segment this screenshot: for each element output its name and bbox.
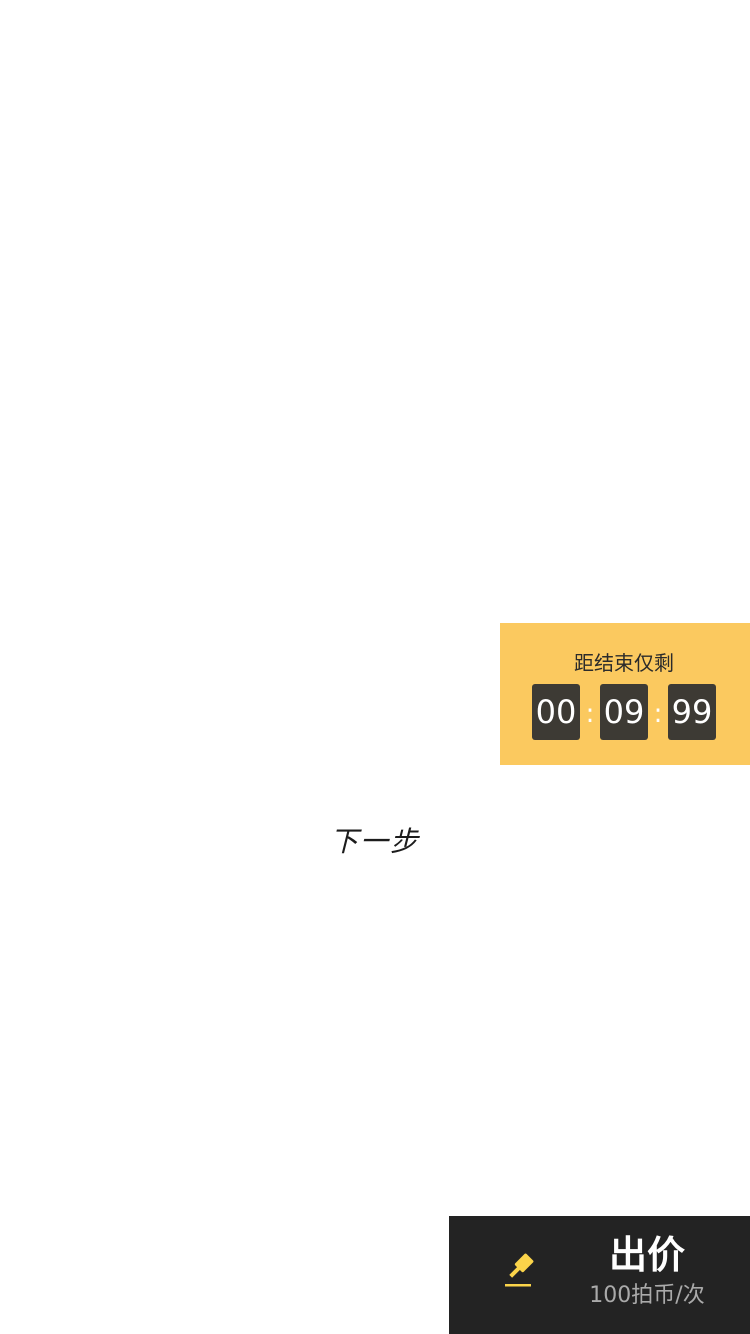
countdown-minutes: 09	[600, 684, 648, 740]
countdown-separator: :	[653, 699, 663, 729]
bid-button[interactable]: 出价 100拍币/次	[449, 1216, 750, 1334]
countdown-label: 距结束仅剩	[574, 651, 674, 675]
countdown-hours: 00	[532, 684, 580, 740]
next-step-button[interactable]: 下一步	[320, 820, 430, 864]
countdown-seconds: 99	[668, 684, 716, 740]
countdown-separator: :	[585, 699, 595, 729]
countdown-panel: 距结束仅剩 00 : 09 : 99	[500, 623, 750, 765]
gavel-icon	[501, 1248, 543, 1290]
bid-price: 100拍币/次	[589, 1283, 705, 1308]
bid-title: 出价	[608, 1233, 685, 1277]
